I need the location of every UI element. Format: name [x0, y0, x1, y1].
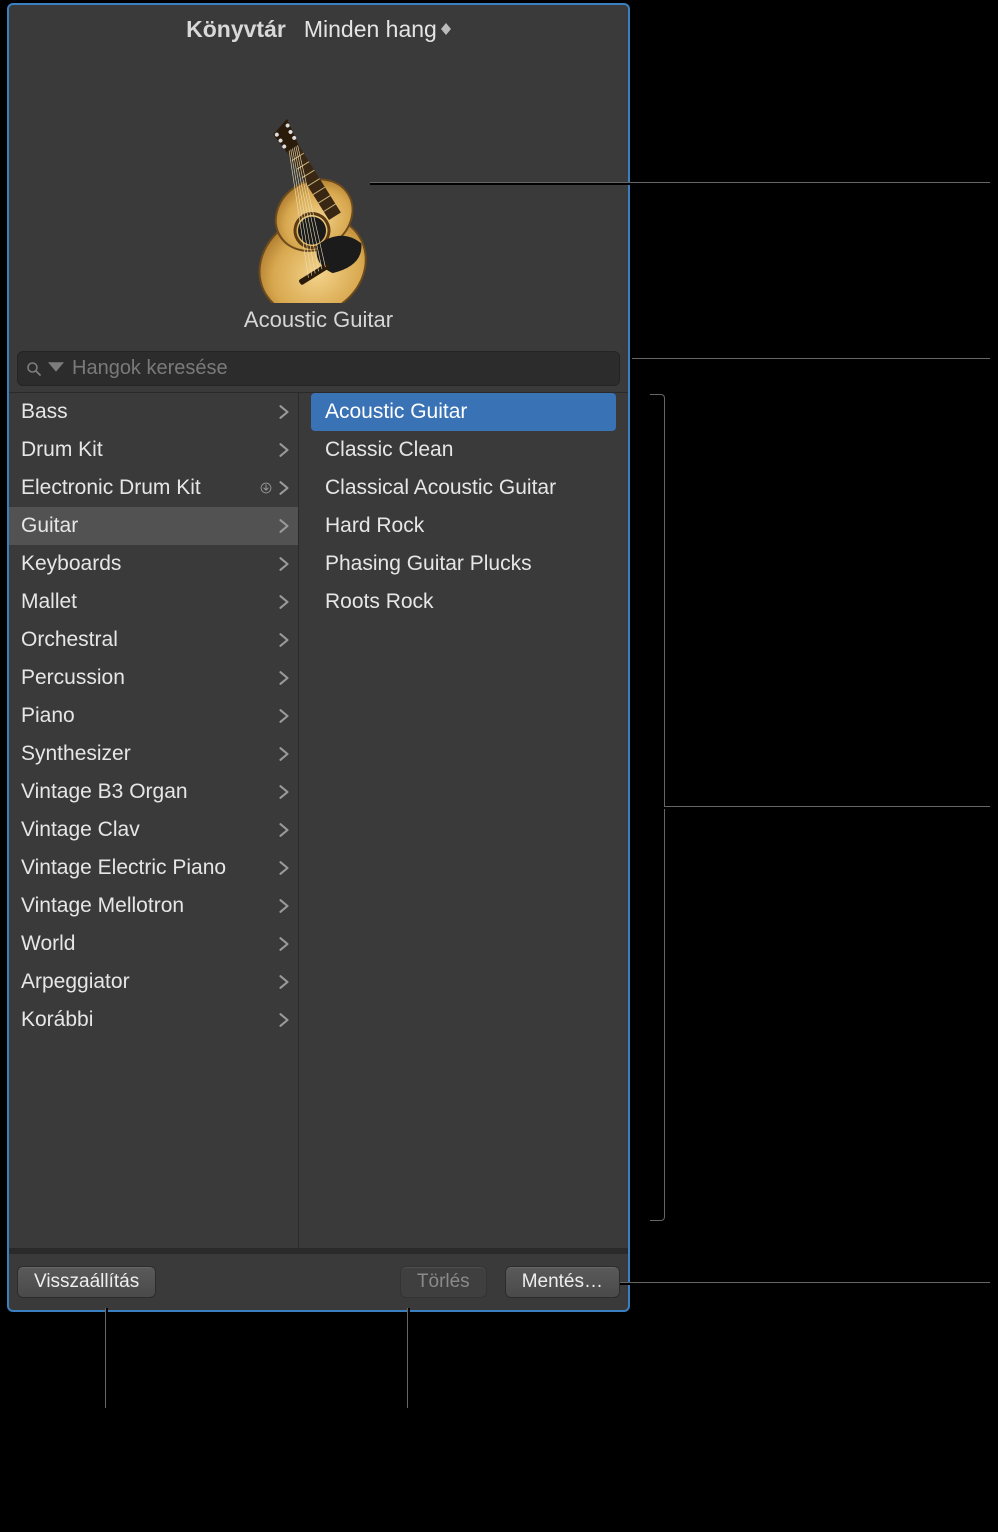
chevron-right-icon	[278, 937, 290, 951]
category-label: Arpeggiator	[21, 970, 278, 994]
preset-row[interactable]: Roots Rock	[311, 583, 616, 621]
chevron-right-icon	[278, 785, 290, 799]
download-icon[interactable]	[260, 481, 272, 495]
chevron-right-icon	[278, 1013, 290, 1027]
updown-chevron-icon	[441, 23, 451, 35]
category-label: Synthesizer	[21, 742, 278, 766]
preset-row[interactable]: Hard Rock	[311, 507, 616, 545]
category-row[interactable]: Mallet	[9, 583, 298, 621]
search-wrap	[9, 343, 628, 392]
chevron-right-icon	[278, 899, 290, 913]
search-field[interactable]	[17, 351, 620, 386]
category-column[interactable]: Bass Drum Kit Electronic Drum Kit Guitar Key…	[9, 393, 299, 1254]
chevron-right-icon	[278, 747, 290, 761]
chevron-right-icon	[278, 405, 290, 419]
chevron-right-icon	[278, 443, 290, 457]
chevron-right-icon	[278, 557, 290, 571]
preset-row[interactable]: Phasing Guitar Plucks	[311, 545, 616, 583]
category-row[interactable]: Korábbi	[9, 1001, 298, 1039]
revert-button[interactable]: Visszaállítás	[17, 1266, 156, 1298]
chevron-right-icon	[278, 823, 290, 837]
sound-filter-label: Minden hang	[304, 16, 437, 43]
browser-lists: Bass Drum Kit Electronic Drum Kit Guitar Key…	[9, 392, 628, 1254]
instrument-name-label: Acoustic Guitar	[244, 307, 393, 333]
instrument-preview: Acoustic Guitar	[9, 53, 628, 343]
delete-button[interactable]: Törlés	[400, 1266, 487, 1298]
category-row[interactable]: Keyboards	[9, 545, 298, 583]
preset-row[interactable]: Classic Clean	[311, 431, 616, 469]
category-label: Vintage Mellotron	[21, 894, 278, 918]
category-label: Vintage Electric Piano	[21, 856, 278, 880]
category-row[interactable]: World	[9, 925, 298, 963]
library-title: Könyvtár	[186, 16, 286, 43]
preset-row[interactable]: Acoustic Guitar	[311, 393, 616, 431]
action-right-group: Törlés Mentés…	[400, 1266, 620, 1298]
category-row[interactable]: Vintage Mellotron	[9, 887, 298, 925]
category-label: World	[21, 932, 278, 956]
category-row[interactable]: Vintage Clav	[9, 811, 298, 849]
category-row[interactable]: Drum Kit	[9, 431, 298, 469]
category-label: Bass	[21, 400, 278, 424]
callout-line	[664, 806, 990, 809]
action-bar: Visszaállítás Törlés Mentés…	[9, 1254, 628, 1310]
category-label: Vintage B3 Organ	[21, 780, 278, 804]
chevron-right-icon	[278, 861, 290, 875]
preset-column[interactable]: Acoustic GuitarClassic CleanClassical Ac…	[299, 393, 628, 1254]
category-row[interactable]: Arpeggiator	[9, 963, 298, 1001]
search-options-chevron-icon[interactable]	[48, 359, 64, 378]
acoustic-guitar-icon	[219, 88, 419, 303]
category-row[interactable]: Vintage Electric Piano	[9, 849, 298, 887]
category-row[interactable]: Piano	[9, 697, 298, 735]
category-label: Orchestral	[21, 628, 278, 652]
sound-filter-dropdown[interactable]: Minden hang	[304, 16, 451, 43]
callout-line	[105, 1308, 108, 1408]
chevron-right-icon	[278, 671, 290, 685]
chevron-right-icon	[278, 975, 290, 989]
category-label: Percussion	[21, 666, 278, 690]
category-label: Mallet	[21, 590, 278, 614]
category-row[interactable]: Percussion	[9, 659, 298, 697]
save-button[interactable]: Mentés…	[505, 1266, 620, 1298]
chevron-right-icon	[278, 633, 290, 647]
callout-line	[632, 358, 990, 361]
chevron-right-icon	[278, 481, 290, 495]
category-row[interactable]: Guitar	[9, 507, 298, 545]
callout-line	[407, 1308, 410, 1408]
chevron-right-icon	[278, 595, 290, 609]
category-label: Keyboards	[21, 552, 278, 576]
library-panel: Könyvtár Minden hang	[7, 3, 630, 1312]
chevron-right-icon	[278, 519, 290, 533]
category-row[interactable]: Synthesizer	[9, 735, 298, 773]
callout-bracket	[650, 394, 665, 1221]
category-label: Vintage Clav	[21, 818, 278, 842]
category-row[interactable]: Vintage B3 Organ	[9, 773, 298, 811]
category-row[interactable]: Orchestral	[9, 621, 298, 659]
chevron-right-icon	[278, 709, 290, 723]
preset-row[interactable]: Classical Acoustic Guitar	[311, 469, 616, 507]
category-label: Piano	[21, 704, 278, 728]
category-label: Drum Kit	[21, 438, 278, 462]
callout-line	[620, 1282, 990, 1285]
search-icon	[26, 361, 42, 377]
category-label: Korábbi	[21, 1008, 278, 1032]
callout-line	[370, 182, 990, 185]
category-row[interactable]: Electronic Drum Kit	[9, 469, 298, 507]
category-row[interactable]: Bass	[9, 393, 298, 431]
search-input[interactable]	[70, 356, 611, 381]
library-header: Könyvtár Minden hang	[9, 5, 628, 53]
category-label: Guitar	[21, 514, 278, 538]
category-label: Electronic Drum Kit	[21, 476, 260, 500]
